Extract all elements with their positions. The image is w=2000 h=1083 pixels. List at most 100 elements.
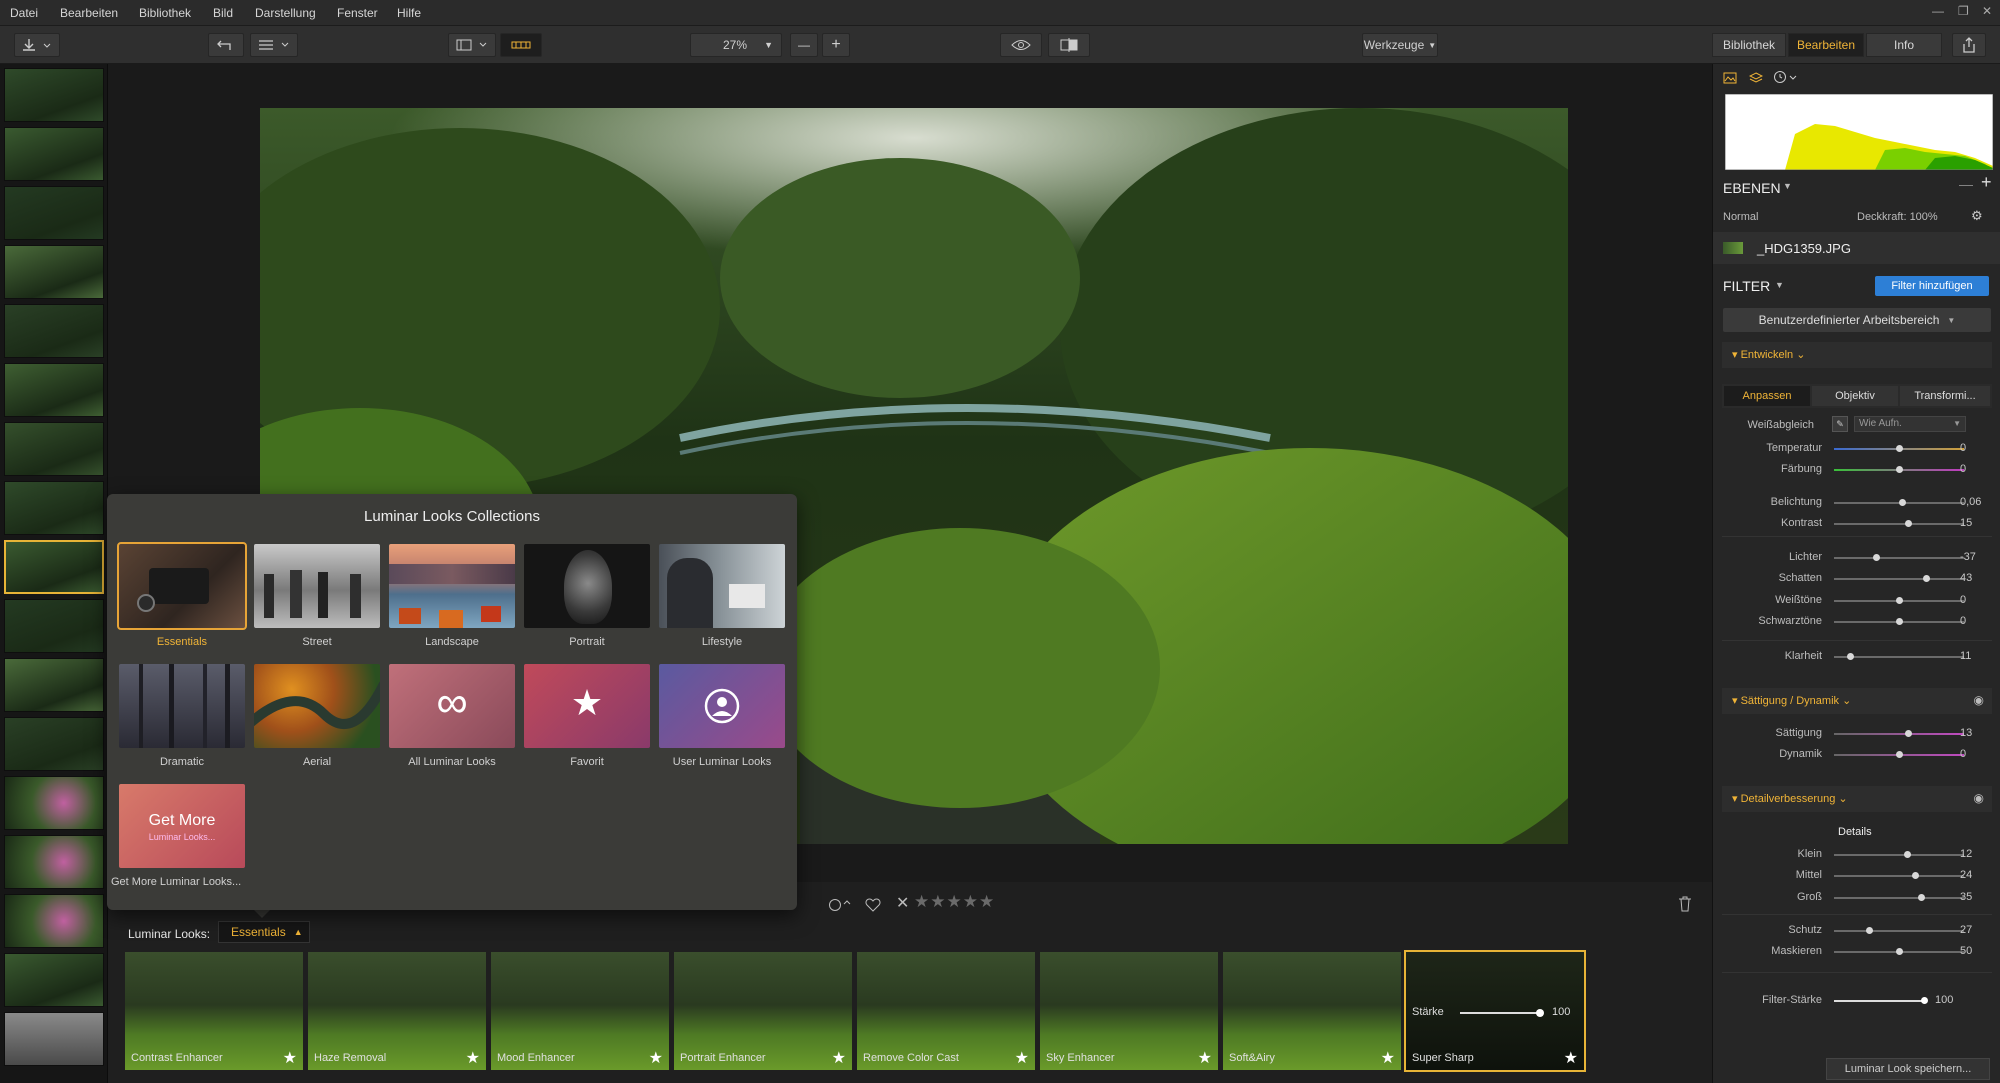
clear-rating-icon[interactable]: ✕ bbox=[896, 893, 909, 913]
filmstrip-thumbnail[interactable] bbox=[4, 776, 104, 830]
maximize-icon[interactable]: ❐ bbox=[1958, 4, 1969, 18]
slider-knob-belichtung[interactable] bbox=[1898, 499, 1906, 506]
look-haze-removal[interactable]: Haze Removal ★ bbox=[308, 952, 486, 1070]
slider-knob-dynamik[interactable] bbox=[1896, 751, 1903, 758]
tab-bearbeiten[interactable]: Bearbeiten bbox=[1788, 33, 1864, 57]
history-button[interactable] bbox=[250, 33, 298, 57]
chevron-down-icon[interactable]: ▼ bbox=[1775, 280, 1784, 290]
chevron-down-icon[interactable]: ▼ bbox=[1783, 181, 1792, 191]
menu-datei[interactable]: Datei bbox=[10, 6, 38, 20]
favorite-star-icon[interactable]: ★ bbox=[1198, 1048, 1212, 1068]
filmstrip-thumbnail[interactable] bbox=[4, 599, 104, 653]
filmstrip-thumbnail[interactable] bbox=[4, 304, 104, 358]
favorite-star-icon[interactable]: ★ bbox=[1015, 1048, 1029, 1068]
strength-slider-track[interactable] bbox=[1460, 1012, 1540, 1014]
tab-transformieren[interactable]: Transformi... bbox=[1900, 386, 1990, 406]
slider-track-kontrast[interactable] bbox=[1834, 523, 1964, 525]
zoom-out-button[interactable]: — bbox=[790, 33, 818, 57]
preview-button[interactable] bbox=[1000, 33, 1042, 57]
favorite-star-icon[interactable]: ★ bbox=[832, 1048, 846, 1068]
gear-icon[interactable]: ⚙ bbox=[1971, 208, 1983, 224]
slider-knob-f-rbung[interactable] bbox=[1896, 466, 1903, 473]
undo-button[interactable] bbox=[208, 33, 244, 57]
filmstrip-thumbnail[interactable] bbox=[4, 127, 104, 181]
look-remove-color-cast[interactable]: Remove Color Cast ★ bbox=[857, 952, 1035, 1070]
favorite-star-icon[interactable]: ★ bbox=[649, 1048, 663, 1068]
filmstrip-thumbnail[interactable] bbox=[4, 363, 104, 417]
favorite-star-icon[interactable]: ★ bbox=[1564, 1048, 1578, 1068]
slider-track-schutz[interactable] bbox=[1834, 930, 1964, 932]
star-rating[interactable]: ★★★★★ bbox=[914, 892, 995, 912]
filmstrip-thumbnail[interactable] bbox=[4, 422, 104, 476]
slider-track-lichter[interactable] bbox=[1834, 557, 1964, 559]
filmstrip-thumbnail[interactable] bbox=[4, 953, 104, 1007]
menu-bild[interactable]: Bild bbox=[213, 6, 233, 20]
eyedropper-icon[interactable]: ✎ bbox=[1832, 416, 1848, 432]
slider-track-s-ttigung[interactable] bbox=[1834, 733, 1964, 735]
menu-bearbeiten[interactable]: Bearbeiten bbox=[60, 6, 118, 20]
slider-knob-filter-st-rke[interactable] bbox=[1921, 997, 1928, 1004]
tab-bibliothek[interactable]: Bibliothek bbox=[1712, 33, 1786, 57]
filmstrip-thumbnail[interactable] bbox=[4, 894, 104, 948]
slider-knob-mittel[interactable] bbox=[1911, 872, 1919, 879]
favorite-star-icon[interactable]: ★ bbox=[466, 1048, 480, 1068]
slider-knob-klarheit[interactable] bbox=[1846, 653, 1854, 660]
zoom-in-button[interactable]: + bbox=[822, 33, 850, 57]
layer-row[interactable]: _HDG1359.JPG bbox=[1713, 232, 2000, 264]
look-soft-airy[interactable]: Soft&Airy ★ bbox=[1223, 952, 1401, 1070]
filmstrip-thumbnail[interactable] bbox=[4, 658, 104, 712]
eye-icon[interactable]: ◉ bbox=[1974, 693, 1984, 707]
add-filter-button[interactable]: Filter hinzufügen bbox=[1875, 276, 1989, 296]
slider-track-klein[interactable] bbox=[1834, 854, 1964, 856]
menu-hilfe[interactable]: Hilfe bbox=[397, 6, 421, 20]
filmstrip-thumbnail[interactable] bbox=[4, 1012, 104, 1066]
tab-objektiv[interactable]: Objektiv bbox=[1812, 386, 1898, 406]
tab-info[interactable]: Info bbox=[1866, 33, 1942, 57]
layers-icon[interactable] bbox=[1749, 72, 1763, 84]
zoom-select[interactable]: 27% ▼ bbox=[690, 33, 782, 57]
filmstrip-thumbnail[interactable] bbox=[4, 481, 104, 535]
menu-darstellung[interactable]: Darstellung bbox=[255, 6, 316, 20]
favorite-star-icon[interactable]: ★ bbox=[1381, 1048, 1395, 1068]
compare-button[interactable] bbox=[1048, 33, 1090, 57]
workspace-dropdown[interactable]: Benutzerdefinierter Arbeitsbereich ▼ bbox=[1723, 308, 1991, 332]
look-super-sharp[interactable]: Super Sharp ★ Stärke 100 bbox=[1404, 950, 1586, 1072]
look-sky-enhancer[interactable]: Sky Enhancer ★ bbox=[1040, 952, 1218, 1070]
collection-dropdown[interactable]: Essentials ▲ bbox=[218, 921, 310, 943]
eye-icon[interactable]: ◉ bbox=[1974, 791, 1984, 805]
slider-knob-klein[interactable] bbox=[1903, 851, 1911, 858]
look-contrast-enhancer[interactable]: Contrast Enhancer ★ bbox=[125, 952, 303, 1070]
filmstrip-thumbnail[interactable] bbox=[4, 68, 104, 122]
blend-mode-select[interactable]: Normal bbox=[1723, 211, 1758, 223]
filmstrip-thumbnail[interactable] bbox=[4, 835, 104, 889]
slider-track-schatten[interactable] bbox=[1834, 578, 1964, 580]
look-portrait-enhancer[interactable]: Portrait Enhancer ★ bbox=[674, 952, 852, 1070]
section-saturation[interactable]: ▾ Sättigung / Dynamik ⌄ ◉ bbox=[1722, 688, 1992, 714]
slider-track-gro-[interactable] bbox=[1834, 897, 1964, 899]
history-clock-icon[interactable] bbox=[1773, 70, 1799, 84]
opacity-select[interactable]: Deckkraft: 100% bbox=[1857, 211, 1938, 223]
menu-bibliothek[interactable]: Bibliothek bbox=[139, 6, 191, 20]
close-icon[interactable]: ✕ bbox=[1982, 4, 1992, 18]
share-button[interactable] bbox=[1952, 33, 1986, 57]
wb-dropdown[interactable]: Wie Aufn. ▼ bbox=[1854, 416, 1966, 432]
remove-layer-icon[interactable]: — bbox=[1959, 176, 1973, 192]
save-look-button[interactable]: Luminar Look speichern... bbox=[1826, 1058, 1990, 1080]
slider-knob-maskieren[interactable] bbox=[1896, 948, 1903, 955]
panel-toggle-button[interactable] bbox=[448, 33, 496, 57]
slider-knob-lichter[interactable] bbox=[1872, 554, 1880, 561]
import-button[interactable] bbox=[14, 33, 60, 57]
tools-dropdown[interactable]: Werkzeuge ▼ bbox=[1362, 33, 1438, 57]
reject-flag-icon[interactable] bbox=[828, 898, 854, 912]
heart-icon[interactable] bbox=[865, 898, 881, 912]
trash-icon[interactable] bbox=[1678, 896, 1692, 912]
menu-fenster[interactable]: Fenster bbox=[337, 6, 378, 20]
filmstrip-thumbnail[interactable] bbox=[4, 717, 104, 771]
minimize-icon[interactable]: — bbox=[1932, 4, 1944, 18]
filmstrip-thumbnail[interactable] bbox=[4, 186, 104, 240]
slider-knob-schwarzt-ne[interactable] bbox=[1896, 618, 1903, 625]
filmstrip-thumbnail[interactable] bbox=[4, 540, 104, 594]
tab-anpassen[interactable]: Anpassen bbox=[1724, 386, 1810, 406]
slider-track-filter-st-rke[interactable] bbox=[1834, 1000, 1924, 1002]
filmstrip-thumbnail[interactable] bbox=[4, 245, 104, 299]
